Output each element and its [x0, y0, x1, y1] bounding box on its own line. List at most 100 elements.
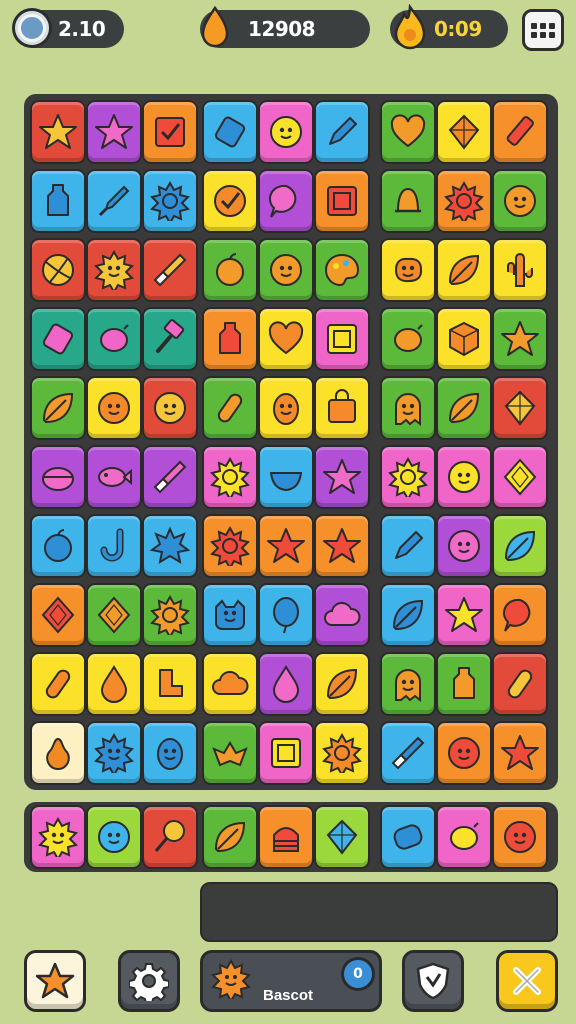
tile-r1-c3[interactable] — [142, 100, 198, 164]
tray-tile-7[interactable] — [380, 805, 436, 869]
tile-r5-c7[interactable] — [380, 376, 436, 440]
tile-r2-c8[interactable] — [436, 169, 492, 233]
tile-r7-c8[interactable] — [436, 514, 492, 578]
tile-r1-c5[interactable] — [258, 100, 314, 164]
tile-r4-c6[interactable] — [314, 307, 370, 371]
tile-r4-c2[interactable] — [86, 307, 142, 371]
tile-r3-c1[interactable] — [30, 238, 86, 302]
tile-r3-c4[interactable] — [202, 238, 258, 302]
tile-r4-c1[interactable] — [30, 307, 86, 371]
tray-tile-5[interactable] — [258, 805, 314, 869]
tile-r2-c1[interactable] — [30, 169, 86, 233]
tile-r6-c2[interactable] — [86, 445, 142, 509]
tray-tile-6[interactable] — [314, 805, 370, 869]
tile-r10-c1[interactable] — [30, 721, 86, 785]
basket-panel[interactable]: Bascot 0 — [200, 950, 382, 1012]
tile-r6-c9[interactable] — [492, 445, 548, 509]
tile-r9-c4[interactable] — [202, 652, 258, 716]
tile-r1-c2[interactable] — [86, 100, 142, 164]
close-button[interactable] — [496, 950, 558, 1012]
tile-r5-c5[interactable] — [258, 376, 314, 440]
tile-r6-c7[interactable] — [380, 445, 436, 509]
tile-r10-c9[interactable] — [492, 721, 548, 785]
tile-r9-c2[interactable] — [86, 652, 142, 716]
tile-r10-c6[interactable] — [314, 721, 370, 785]
tile-r8-c7[interactable] — [380, 583, 436, 647]
tray-tile-3[interactable] — [142, 805, 198, 869]
tray-tile-8[interactable] — [436, 805, 492, 869]
tile-r6-c5[interactable] — [258, 445, 314, 509]
tile-r10-c2[interactable] — [86, 721, 142, 785]
grid-menu-button[interactable] — [522, 9, 564, 51]
tile-r2-c7[interactable] — [380, 169, 436, 233]
tile-r4-c4[interactable] — [202, 307, 258, 371]
tile-r9-c5[interactable] — [258, 652, 314, 716]
tile-r8-c4[interactable] — [202, 583, 258, 647]
tile-r6-c1[interactable] — [30, 445, 86, 509]
tile-r1-c8[interactable] — [436, 100, 492, 164]
tile-r5-c8[interactable] — [436, 376, 492, 440]
tile-r7-c9[interactable] — [492, 514, 548, 578]
tile-r6-c8[interactable] — [436, 445, 492, 509]
tile-r3-c7[interactable] — [380, 238, 436, 302]
tile-r9-c6[interactable] — [314, 652, 370, 716]
tile-r3-c3[interactable] — [142, 238, 198, 302]
tile-r5-c9[interactable] — [492, 376, 548, 440]
tile-r9-c8[interactable] — [436, 652, 492, 716]
tile-r7-c6[interactable] — [314, 514, 370, 578]
tile-r2-c5[interactable] — [258, 169, 314, 233]
tile-r2-c2[interactable] — [86, 169, 142, 233]
tile-r5-c2[interactable] — [86, 376, 142, 440]
tile-r1-c9[interactable] — [492, 100, 548, 164]
tile-r4-c8[interactable] — [436, 307, 492, 371]
tile-r1-c6[interactable] — [314, 100, 370, 164]
tile-r7-c4[interactable] — [202, 514, 258, 578]
tile-r10-c4[interactable] — [202, 721, 258, 785]
tile-r9-c9[interactable] — [492, 652, 548, 716]
tile-r1-c4[interactable] — [202, 100, 258, 164]
tray-tile-1[interactable] — [30, 805, 86, 869]
tile-r4-c5[interactable] — [258, 307, 314, 371]
tile-r7-c3[interactable] — [142, 514, 198, 578]
tile-r3-c5[interactable] — [258, 238, 314, 302]
tile-r7-c1[interactable] — [30, 514, 86, 578]
tile-r5-c3[interactable] — [142, 376, 198, 440]
tile-r4-c3[interactable] — [142, 307, 198, 371]
tile-r4-c9[interactable] — [492, 307, 548, 371]
tile-r10-c8[interactable] — [436, 721, 492, 785]
tile-r2-c4[interactable] — [202, 169, 258, 233]
tile-r3-c8[interactable] — [436, 238, 492, 302]
tile-r10-c3[interactable] — [142, 721, 198, 785]
shield-button[interactable] — [402, 950, 464, 1012]
tile-r10-c7[interactable] — [380, 721, 436, 785]
tile-r6-c4[interactable] — [202, 445, 258, 509]
tile-r3-c9[interactable] — [492, 238, 548, 302]
tile-r3-c2[interactable] — [86, 238, 142, 302]
tile-r5-c1[interactable] — [30, 376, 86, 440]
tile-r7-c5[interactable] — [258, 514, 314, 578]
tray-tile-4[interactable] — [202, 805, 258, 869]
tile-r6-c3[interactable] — [142, 445, 198, 509]
tile-r8-c5[interactable] — [258, 583, 314, 647]
tile-r2-c3[interactable] — [142, 169, 198, 233]
tray-tile-9[interactable] — [492, 805, 548, 869]
tile-r3-c6[interactable] — [314, 238, 370, 302]
tile-r9-c3[interactable] — [142, 652, 198, 716]
tile-r8-c9[interactable] — [492, 583, 548, 647]
tile-r5-c6[interactable] — [314, 376, 370, 440]
tile-r9-c1[interactable] — [30, 652, 86, 716]
tile-r8-c1[interactable] — [30, 583, 86, 647]
tile-r4-c7[interactable] — [380, 307, 436, 371]
tile-r6-c6[interactable] — [314, 445, 370, 509]
tile-r8-c3[interactable] — [142, 583, 198, 647]
tile-r7-c7[interactable] — [380, 514, 436, 578]
tile-r1-c1[interactable] — [30, 100, 86, 164]
tile-r1-c7[interactable] — [380, 100, 436, 164]
tile-r5-c4[interactable] — [202, 376, 258, 440]
tile-r8-c2[interactable] — [86, 583, 142, 647]
tile-r10-c5[interactable] — [258, 721, 314, 785]
tile-r2-c6[interactable] — [314, 169, 370, 233]
tile-r2-c9[interactable] — [492, 169, 548, 233]
favorite-button[interactable] — [24, 950, 86, 1012]
tile-r9-c7[interactable] — [380, 652, 436, 716]
